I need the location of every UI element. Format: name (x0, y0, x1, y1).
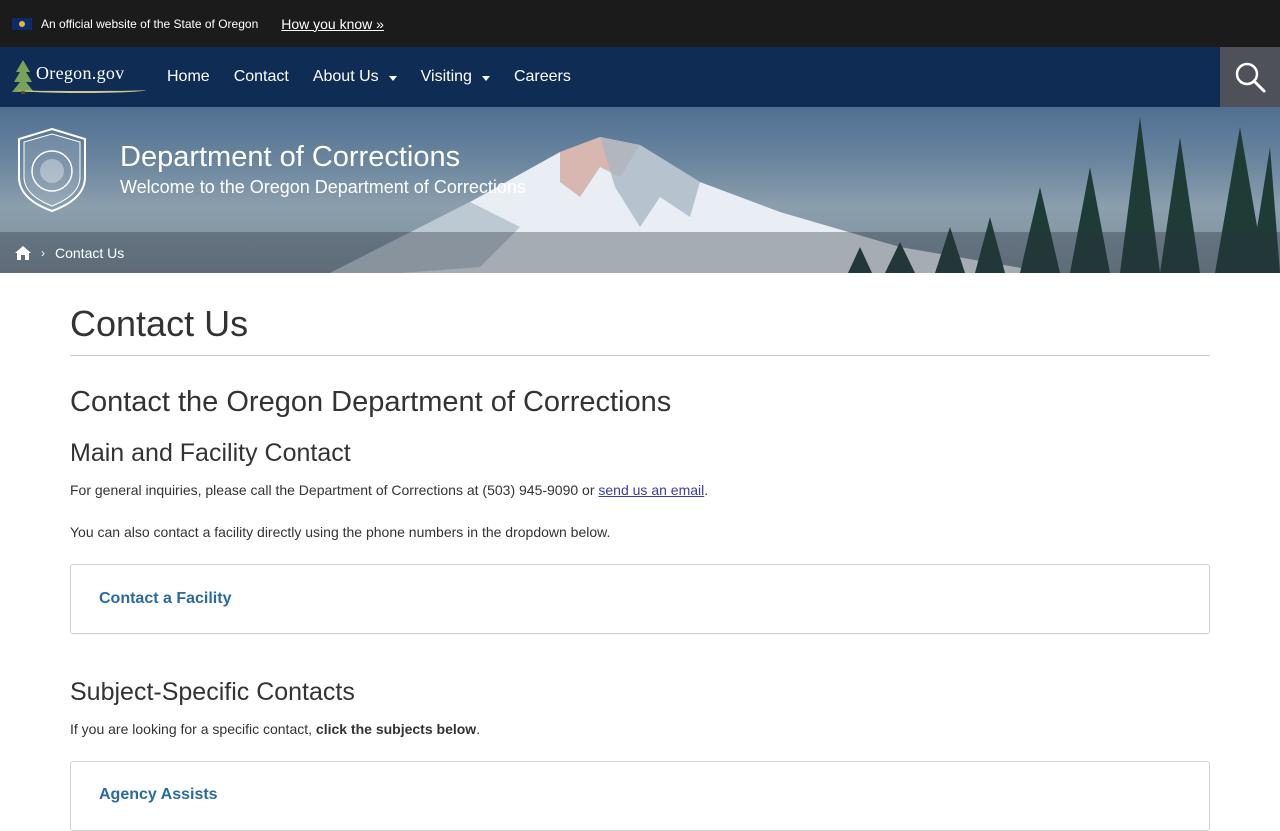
nav-about-us[interactable]: About Us (313, 68, 397, 86)
home-icon[interactable] (15, 245, 31, 260)
search-icon (1235, 62, 1266, 93)
hero-subtitle: Welcome to the Oregon Department of Corr… (120, 177, 526, 197)
caret-down-icon (388, 75, 397, 81)
nav-careers[interactable]: Careers (514, 68, 571, 86)
chevron-right-icon: › (41, 245, 45, 260)
page-title: Contact Us (70, 303, 1210, 356)
search-button[interactable] (1220, 47, 1280, 107)
oregon-gov-logo[interactable]: Oregon.gov (12, 55, 152, 99)
nav-items: Home Contact About Us Visiting Careers (167, 68, 595, 86)
oregon-doc-seal-icon (18, 127, 86, 213)
official-text: An official website of the State of Oreg… (41, 16, 259, 31)
nav-home[interactable]: Home (167, 68, 210, 86)
main-heading: Contact the Oregon Department of Correct… (70, 386, 672, 418)
breadcrumb: › Contact Us (0, 232, 1280, 273)
logo-swoosh (18, 87, 146, 93)
section2-heading: Subject-Specific Contacts (70, 678, 355, 706)
hero-banner: Department of Corrections Welcome to the… (0, 107, 1280, 273)
oregon-flag-icon (12, 17, 32, 30)
accordion-agency-assists[interactable]: Agency Assists (70, 761, 1210, 831)
how-you-know-link[interactable]: How you know » (281, 16, 384, 32)
caret-down-icon (481, 75, 490, 81)
hero-title: Department of Corrections (120, 141, 461, 173)
logo-text: Oregon.gov (36, 62, 125, 83)
section1-text2: You can also contact a facility directly… (70, 524, 611, 540)
accordion-label: Contact a Facility (99, 590, 232, 607)
section1-heading: Main and Facility Contact (70, 439, 351, 467)
section1-text: For general inquiries, please call the D… (70, 482, 709, 498)
email-link[interactable]: send us an email (598, 482, 704, 498)
nav-contact[interactable]: Contact (234, 68, 289, 86)
official-banner: An official website of the State of Oreg… (0, 0, 1280, 47)
accordion-contact-facility[interactable]: Contact a Facility (70, 564, 1210, 634)
main-content: Contact Us Contact the Oregon Department… (70, 273, 1210, 831)
main-nav: Oregon.gov Home Contact About Us Visitin… (0, 47, 1280, 107)
section2-text: If you are looking for a specific contac… (70, 721, 481, 737)
breadcrumb-current: Contact Us (55, 244, 125, 261)
accordion-label: Agency Assists (99, 786, 218, 803)
nav-visiting[interactable]: Visiting (421, 68, 490, 86)
